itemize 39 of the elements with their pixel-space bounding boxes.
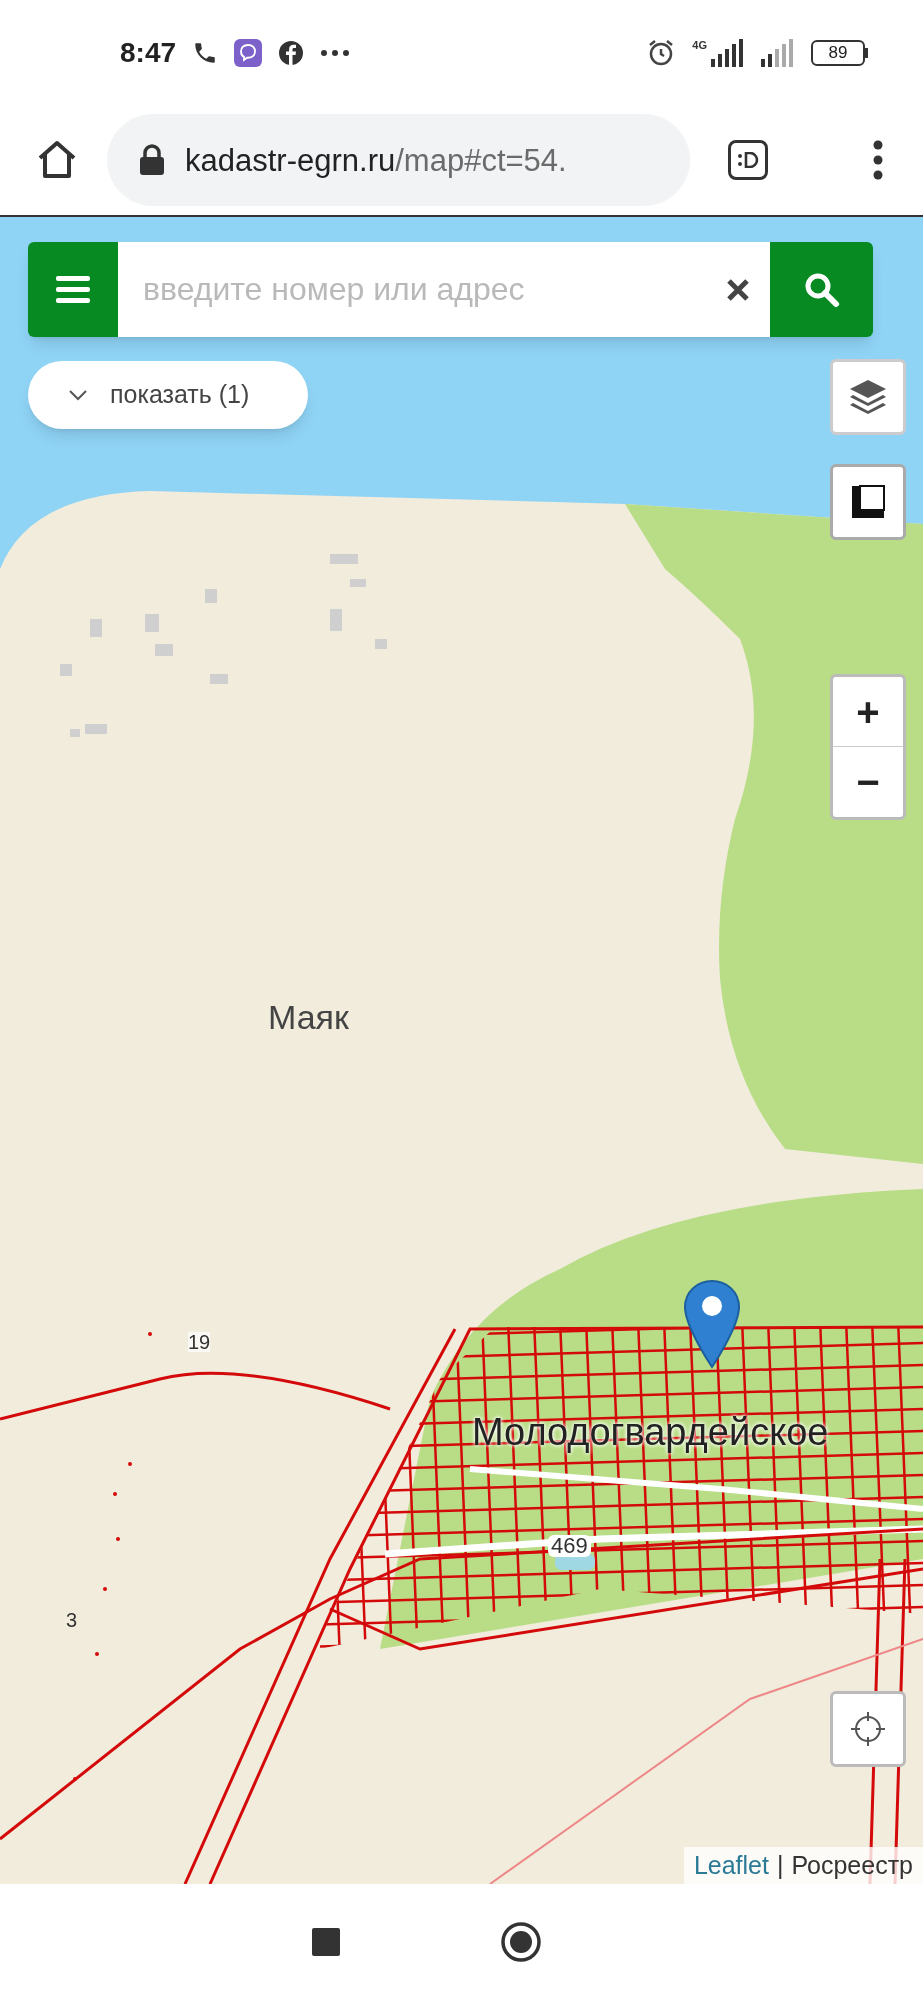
crosshair-icon	[850, 1711, 886, 1747]
menu-button[interactable]	[28, 242, 118, 337]
chevron-down-icon	[68, 389, 88, 401]
home-button[interactable]	[499, 1921, 542, 1963]
address-bar[interactable]: kadastr-egrn.ru/map#ct=54.	[107, 114, 690, 206]
signal-icon	[761, 38, 795, 67]
clear-button[interactable]	[706, 242, 770, 337]
battery-indicator: 89	[811, 39, 868, 66]
search-field[interactable]: введите номер или адрес	[118, 242, 706, 337]
social-app-icon	[278, 39, 305, 66]
zoom-out-button[interactable]: −	[833, 747, 903, 817]
network-type: 4G	[692, 39, 707, 51]
attribution-link[interactable]: Leaflet	[693, 1846, 769, 1884]
more-notifications-icon	[320, 48, 351, 57]
chat-app-icon	[234, 38, 263, 67]
signal-icon	[711, 38, 745, 67]
ruler-button[interactable]	[830, 464, 906, 540]
locate-button[interactable]	[830, 1691, 906, 1767]
clear-icon	[726, 277, 750, 302]
attribution-text: Росреестр	[791, 1849, 913, 1881]
menu-icon	[56, 275, 90, 304]
road-number-label: 469	[548, 1535, 591, 1557]
lock-icon	[139, 144, 165, 176]
map-number-label: 3	[66, 1610, 78, 1630]
place-label: Маяк	[268, 1000, 349, 1034]
zoom-in-button[interactable]: +	[833, 677, 903, 747]
more-menu-icon[interactable]	[873, 140, 883, 180]
tab-switcher-button[interactable]	[728, 140, 768, 180]
location-pin-icon	[683, 1279, 741, 1369]
clock-time: 8:47	[120, 35, 177, 70]
layers-button[interactable]	[830, 359, 906, 435]
url-text: kadastr-egrn.ru/map#ct=54.	[185, 144, 567, 176]
attribution-separator: |	[776, 1849, 784, 1881]
recents-button[interactable]	[311, 1928, 340, 1956]
map-number-label: 19	[188, 1332, 211, 1352]
emoji-icon	[737, 152, 759, 168]
layers-icon	[848, 378, 888, 416]
show-button[interactable]: показать (1)	[28, 361, 308, 429]
search-button[interactable]	[770, 242, 873, 337]
